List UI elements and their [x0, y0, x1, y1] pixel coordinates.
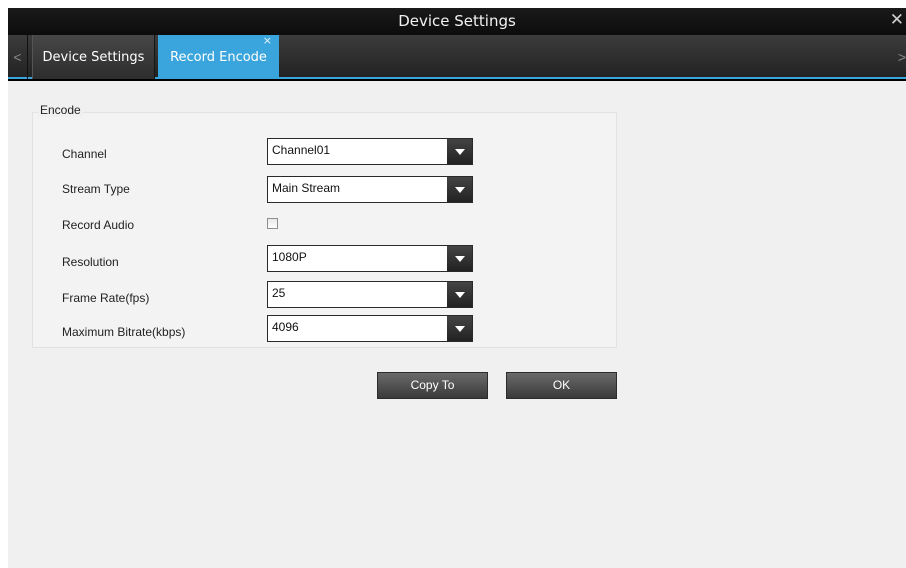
content-panel: Encode Channel Channel01 Stream Type Mai… — [8, 81, 906, 568]
frame-rate-value: 25 — [272, 286, 286, 300]
tab-record-encode[interactable]: Record Encode × — [158, 34, 279, 79]
copy-to-button[interactable]: Copy To — [377, 372, 488, 399]
tab-scroll-left-icon[interactable]: < — [8, 35, 28, 79]
channel-value: Channel01 — [272, 143, 331, 157]
dropdown-arrow-icon[interactable] — [447, 316, 472, 341]
max-bitrate-select[interactable]: 4096 — [267, 315, 473, 342]
stream-type-label: Stream Type — [62, 182, 130, 196]
frame-rate-label: Frame Rate(fps) — [62, 291, 150, 305]
frame-rate-select[interactable]: 25 — [267, 281, 473, 308]
max-bitrate-value: 4096 — [272, 320, 299, 334]
resolution-value: 1080P — [272, 250, 307, 264]
encode-group-label: Encode — [38, 103, 83, 117]
tab-device-settings[interactable]: Device Settings — [32, 35, 155, 79]
stream-type-select[interactable]: Main Stream — [267, 176, 473, 203]
channel-label: Channel — [62, 147, 107, 161]
window-title: Device Settings — [398, 12, 516, 30]
tab-label: Record Encode — [170, 50, 267, 65]
channel-select[interactable]: Channel01 — [267, 138, 473, 165]
max-bitrate-label: Maximum Bitrate(kbps) — [62, 325, 186, 339]
dropdown-arrow-icon[interactable] — [447, 177, 472, 202]
record-audio-checkbox[interactable] — [267, 218, 278, 229]
dropdown-arrow-icon[interactable] — [447, 246, 472, 271]
stream-type-value: Main Stream — [272, 181, 341, 195]
title-bar: Device Settings ✕ — [8, 8, 906, 35]
dropdown-arrow-icon[interactable] — [447, 282, 472, 307]
tab-scroll-right-icon[interactable]: > — [892, 35, 906, 79]
resolution-select[interactable]: 1080P — [267, 245, 473, 272]
device-settings-window: Device Settings ✕ < Device Settings Reco… — [8, 8, 906, 568]
ok-button[interactable]: OK — [506, 372, 617, 399]
record-audio-label: Record Audio — [62, 218, 135, 232]
tab-bar: < Device Settings Record Encode × > — [8, 34, 906, 79]
tab-label: Device Settings — [42, 50, 145, 65]
tab-close-icon[interactable]: × — [263, 18, 272, 64]
dropdown-arrow-icon[interactable] — [447, 139, 472, 164]
close-icon[interactable]: ✕ — [890, 11, 904, 29]
resolution-label: Resolution — [62, 255, 119, 269]
